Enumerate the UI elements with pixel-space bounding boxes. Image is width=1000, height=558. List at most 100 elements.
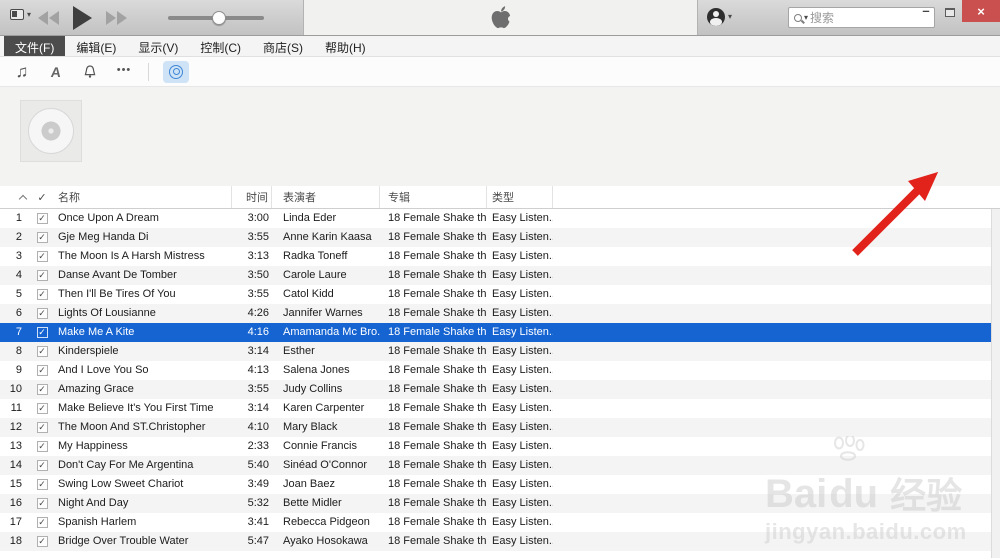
menu-item[interactable]: 文件(F) xyxy=(4,36,65,56)
volume-knob[interactable] xyxy=(212,11,226,25)
track-checkbox[interactable]: ✓ xyxy=(30,456,54,475)
table-row[interactable]: 7✓Make Me A Kite4:16Amamanda Mc Bro...18… xyxy=(0,323,1000,342)
table-row[interactable]: 2✓Gje Meg Handa Di3:55Anne Karin Kaasa18… xyxy=(0,228,1000,247)
table-row[interactable]: 5✓Then I'll Be Tires Of You3:55Catol Kid… xyxy=(0,285,1000,304)
account-menu[interactable]: ▾ xyxy=(707,8,732,26)
checkbox-checked-icon[interactable]: ✓ xyxy=(37,460,48,471)
track-checkbox[interactable]: ✓ xyxy=(30,342,54,361)
checkbox-checked-icon[interactable]: ✓ xyxy=(37,327,48,338)
column-header-number[interactable] xyxy=(0,186,30,208)
menu-item[interactable]: 控制(C) xyxy=(189,36,252,56)
track-blank xyxy=(553,361,1000,380)
checkbox-checked-icon[interactable]: ✓ xyxy=(37,346,48,357)
bell-icon[interactable] xyxy=(80,62,100,82)
checkbox-checked-icon[interactable]: ✓ xyxy=(37,365,48,376)
checkbox-checked-icon[interactable]: ✓ xyxy=(37,289,48,300)
track-artist: Karen Carpenter xyxy=(272,399,380,418)
track-checkbox[interactable]: ✓ xyxy=(30,323,54,342)
column-header-time[interactable]: 时间 xyxy=(232,186,272,208)
table-row[interactable]: 3✓The Moon Is A Harsh Mistress3:13Radka … xyxy=(0,247,1000,266)
track-checkbox[interactable]: ✓ xyxy=(30,285,54,304)
track-checkbox[interactable]: ✓ xyxy=(30,266,54,285)
search-input[interactable] xyxy=(810,11,910,25)
checkbox-checked-icon[interactable]: ✓ xyxy=(37,232,48,243)
track-blank xyxy=(553,285,1000,304)
checkbox-checked-icon[interactable]: ✓ xyxy=(37,498,48,509)
menu-item[interactable]: 显示(V) xyxy=(127,36,189,56)
table-row[interactable]: 12✓The Moon And ST.Christopher4:10Mary B… xyxy=(0,418,1000,437)
table-row[interactable]: 11✓Make Believe It's You First Time3:14K… xyxy=(0,399,1000,418)
track-checkbox[interactable]: ✓ xyxy=(30,437,54,456)
close-button[interactable]: × xyxy=(962,0,1000,22)
table-row[interactable]: 4✓Danse Avant De Tomber3:50Carole Laure1… xyxy=(0,266,1000,285)
table-row[interactable]: 15✓Swing Low Sweet Chariot3:49Joan Baez1… xyxy=(0,475,1000,494)
checkbox-checked-icon[interactable]: ✓ xyxy=(37,441,48,452)
track-checkbox[interactable]: ✓ xyxy=(30,494,54,513)
track-checkbox[interactable]: ✓ xyxy=(30,361,54,380)
track-number: 9 xyxy=(0,361,30,380)
track-number: 11 xyxy=(0,399,30,418)
track-album: 18 Female Shake th... xyxy=(380,475,487,494)
table-row[interactable]: 8✓Kinderspiele3:14Esther18 Female Shake … xyxy=(0,342,1000,361)
track-genre: Easy Listen... xyxy=(487,342,553,361)
track-checkbox[interactable]: ✓ xyxy=(30,247,54,266)
checkbox-checked-icon[interactable]: ✓ xyxy=(37,403,48,414)
checkbox-checked-icon[interactable]: ✓ xyxy=(37,251,48,262)
track-artist: Joan Baez xyxy=(272,475,380,494)
checkbox-checked-icon[interactable]: ✓ xyxy=(37,384,48,395)
track-album: 18 Female Shake th... xyxy=(380,285,487,304)
cd-icon[interactable] xyxy=(163,61,189,83)
next-button[interactable] xyxy=(106,11,127,25)
table-row[interactable]: 14✓Don't Cay For Me Argentina5:40Sinéad … xyxy=(0,456,1000,475)
maximize-button[interactable] xyxy=(938,0,962,17)
checkbox-checked-icon[interactable]: ✓ xyxy=(37,517,48,528)
table-row[interactable]: 13✓My Happiness2:33Connie Francis18 Fema… xyxy=(0,437,1000,456)
menu-item[interactable]: 帮助(H) xyxy=(314,36,377,56)
track-artist: Jannifer Warnes xyxy=(272,304,380,323)
menu-bar: 文件(F)编辑(E)显示(V)控制(C)商店(S)帮助(H) xyxy=(0,36,1000,57)
track-checkbox[interactable]: ✓ xyxy=(30,209,54,228)
column-header-genre[interactable]: 类型 xyxy=(487,186,553,208)
minimize-button[interactable]: – xyxy=(914,0,938,18)
table-row[interactable]: 9✓And I Love You So4:13Salena Jones18 Fe… xyxy=(0,361,1000,380)
column-header-check[interactable]: ✓ xyxy=(30,186,54,208)
menu-item[interactable]: 商店(S) xyxy=(252,36,314,56)
column-header-artist[interactable]: 表演者 xyxy=(272,186,380,208)
track-time: 4:26 xyxy=(232,304,272,323)
column-header-album[interactable]: 专辑 xyxy=(380,186,487,208)
checkbox-checked-icon[interactable]: ✓ xyxy=(37,270,48,281)
checkbox-checked-icon[interactable]: ✓ xyxy=(37,479,48,490)
volume-slider[interactable] xyxy=(168,16,264,20)
table-row[interactable]: 1✓Once Upon A Dream3:00Linda Eder18 Fema… xyxy=(0,209,1000,228)
more-icon[interactable]: ••• xyxy=(114,62,134,82)
scrollbar-track[interactable] xyxy=(991,209,1000,558)
table-row[interactable]: 18✓Bridge Over Trouble Water5:47Ayako Ho… xyxy=(0,532,1000,551)
table-row[interactable]: 17✓Spanish Harlem3:41Rebecca Pidgeon18 F… xyxy=(0,513,1000,532)
chevron-down-icon: ▾ xyxy=(728,13,732,21)
menu-item[interactable]: 编辑(E) xyxy=(65,36,127,56)
checkbox-checked-icon[interactable]: ✓ xyxy=(37,308,48,319)
checkbox-checked-icon[interactable]: ✓ xyxy=(37,213,48,224)
music-icon[interactable]: ♫ xyxy=(12,62,32,82)
table-row[interactable]: 6✓Lights Of Lousianne4:26Jannifer Warnes… xyxy=(0,304,1000,323)
track-checkbox[interactable]: ✓ xyxy=(30,513,54,532)
track-checkbox[interactable]: ✓ xyxy=(30,380,54,399)
track-checkbox[interactable]: ✓ xyxy=(30,418,54,437)
track-checkbox[interactable]: ✓ xyxy=(30,304,54,323)
appstore-icon[interactable]: A xyxy=(45,62,67,82)
previous-button[interactable] xyxy=(38,11,59,25)
miniplayer-switch-button[interactable]: ▾ xyxy=(10,9,31,20)
track-checkbox[interactable]: ✓ xyxy=(30,228,54,247)
track-checkbox[interactable]: ✓ xyxy=(30,399,54,418)
track-blank xyxy=(553,494,1000,513)
table-row[interactable]: 16✓Night And Day5:32Bette Midler18 Femal… xyxy=(0,494,1000,513)
track-checkbox[interactable]: ✓ xyxy=(30,532,54,551)
track-checkbox[interactable]: ✓ xyxy=(30,475,54,494)
track-artist: Ayako Hosokawa xyxy=(272,532,380,551)
checkbox-checked-icon[interactable]: ✓ xyxy=(37,422,48,433)
play-button[interactable] xyxy=(73,6,92,30)
search-box[interactable]: ▾ xyxy=(788,7,935,28)
column-header-name[interactable]: 名称 xyxy=(54,186,232,208)
table-row[interactable]: 10✓Amazing Grace3:55Judy Collins18 Femal… xyxy=(0,380,1000,399)
checkbox-checked-icon[interactable]: ✓ xyxy=(37,536,48,547)
